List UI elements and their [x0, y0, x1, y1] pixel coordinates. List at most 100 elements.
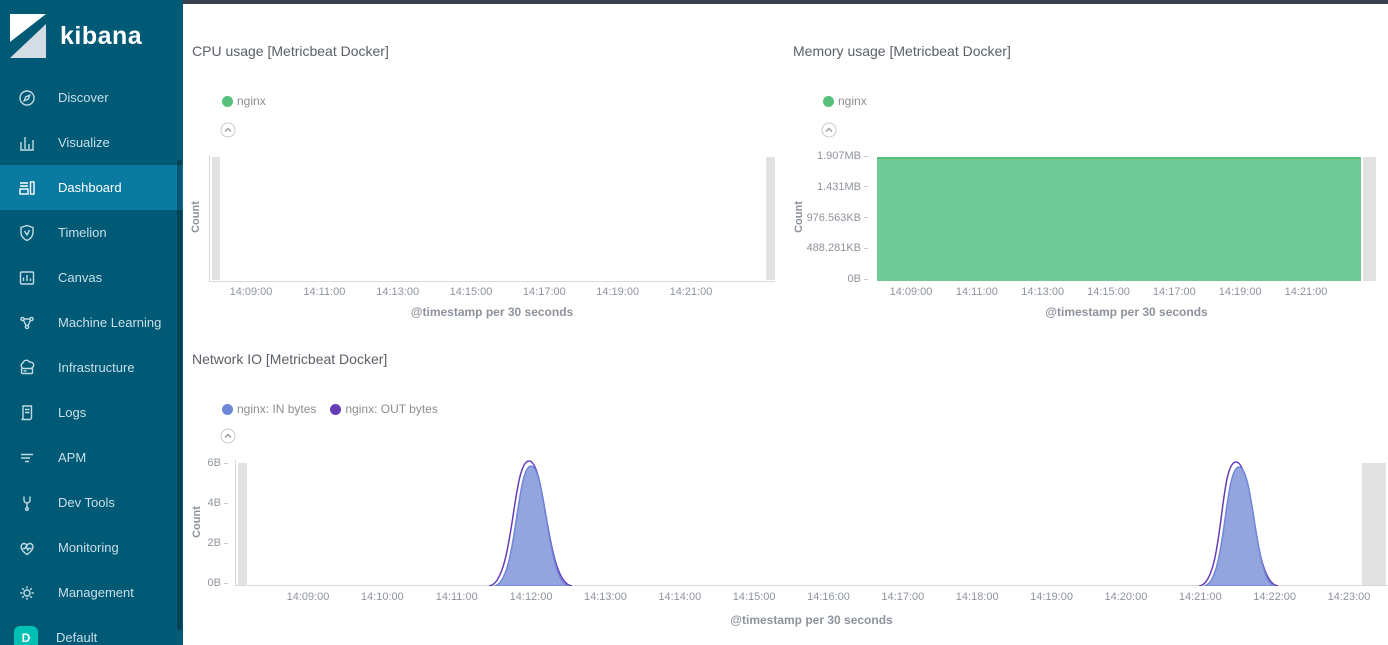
x-tick-label: 14:21:00 [1179, 591, 1222, 603]
legend-item[interactable]: nginx [823, 94, 867, 108]
heartbeat-icon [16, 538, 38, 558]
x-tick-label: 14:16:00 [807, 591, 850, 603]
panel-network-io: Network IO [Metricbeat Docker] nginx: IN… [183, 345, 1388, 645]
legend-item[interactable]: nginx: OUT bytes [330, 402, 437, 416]
panel-title: CPU usage [Metricbeat Docker] [192, 43, 389, 59]
sidebar-item-label: Dev Tools [58, 495, 115, 510]
bar-chart-icon [16, 133, 38, 153]
x-tick-label: 14:15:00 [1087, 286, 1130, 298]
logs-icon [16, 403, 38, 423]
x-tick-label: 14:11:00 [303, 286, 345, 298]
sidebar-item-label: Canvas [58, 270, 102, 285]
memory-x-axis-title: @timestamp per 30 seconds [877, 305, 1376, 319]
memory-y-axis-ticks: 1.907MB1.431MB976.563KB488.281KB0B [788, 156, 868, 279]
x-tick-label: 14:13:00 [584, 591, 627, 603]
cpu-x-axis-ticks: 14:09:0014:11:0014:13:0014:15:0014:17:00… [251, 286, 691, 299]
x-tick-label: 14:19:00 [1219, 286, 1262, 298]
x-tick-label: 14:17:00 [523, 286, 566, 298]
sidebar-item-dev-tools[interactable]: Dev Tools [0, 480, 183, 525]
memory-area-series-nginx [877, 157, 1361, 281]
x-tick-label: 14:22:00 [1253, 591, 1296, 603]
legend-dot-icon [222, 404, 233, 415]
canvas-icon [16, 268, 38, 288]
x-tick-label: 14:10:00 [361, 591, 404, 603]
sidebar-item-monitoring[interactable]: Monitoring [0, 525, 183, 570]
memory-legend: nginx [823, 94, 881, 108]
partial-bucket-bar [766, 157, 775, 280]
legend-collapse-icon[interactable] [220, 428, 236, 444]
network-io-series [236, 460, 1388, 586]
legend-label: nginx: IN bytes [237, 402, 316, 416]
sidebar-item-space-default[interactable]: D Default [0, 615, 183, 645]
sidebar-item-apm[interactable]: APM [0, 435, 183, 480]
machine-learning-icon [16, 313, 38, 333]
x-tick-label: 14:20:00 [1105, 591, 1148, 603]
legend-collapse-icon[interactable] [220, 122, 236, 138]
legend-dot-icon [330, 404, 341, 415]
kibana-logo-icon [10, 14, 46, 58]
sidebar-item-label: Management [58, 585, 134, 600]
sidebar-item-label: Default [56, 630, 97, 645]
sidebar-item-label: Infrastructure [58, 360, 135, 375]
dashboard-icon [16, 178, 38, 198]
x-tick-label: 14:12:00 [510, 591, 553, 603]
y-tick-label: 4B [183, 497, 228, 509]
x-tick-label: 14:18:00 [956, 591, 999, 603]
x-tick-label: 14:15:00 [450, 286, 493, 298]
memory-x-axis-ticks: 14:09:0014:11:0014:13:0014:15:0014:17:00… [911, 286, 1306, 299]
space-badge-icon: D [14, 626, 38, 645]
sidebar-item-label: APM [58, 450, 86, 465]
kibana-logo[interactable]: kibana [10, 14, 142, 58]
sidebar-item-infrastructure[interactable]: Infrastructure [0, 345, 183, 390]
sidebar-item-visualize[interactable]: Visualize [0, 120, 183, 165]
x-tick-label: 14:09:00 [230, 286, 273, 298]
y-tick-label: 0B [183, 577, 228, 589]
sidebar-item-management[interactable]: Management [0, 570, 183, 615]
partial-bucket-bar [212, 157, 220, 280]
kibana-dashboard-screen: kibana Discover Visualize Dashboard [0, 0, 1388, 645]
legend-dot-icon [222, 96, 233, 107]
legend-label: nginx: OUT bytes [345, 402, 437, 416]
x-tick-label: 14:15:00 [733, 591, 776, 603]
x-tick-label: 14:09:00 [890, 286, 933, 298]
sidebar-item-timelion[interactable]: Timelion [0, 210, 183, 255]
sidebar-item-label: Monitoring [58, 540, 119, 555]
panel-title: Memory usage [Metricbeat Docker] [793, 43, 1011, 59]
infrastructure-icon [16, 358, 38, 378]
sidebar-item-label: Dashboard [58, 180, 122, 195]
x-tick-label: 14:13:00 [376, 286, 419, 298]
x-tick-label: 14:11:00 [956, 286, 998, 298]
y-tick-label: 976.563KB [788, 212, 868, 224]
gear-icon [16, 583, 38, 603]
x-tick-label: 14:11:00 [436, 591, 478, 603]
cpu-y-axis-label: Count [190, 167, 202, 267]
legend-item[interactable]: nginx: IN bytes [222, 402, 316, 416]
apm-icon [16, 448, 38, 468]
panel-memory-usage: Memory usage [Metricbeat Docker] nginx C… [788, 4, 1388, 345]
sidebar-scrollbar[interactable] [177, 160, 182, 630]
sidebar-item-label: Machine Learning [58, 315, 161, 330]
x-tick-label: 14:23:00 [1328, 591, 1371, 603]
sidebar-item-machine-learning[interactable]: Machine Learning [0, 300, 183, 345]
x-tick-label: 14:19:00 [596, 286, 639, 298]
legend-label: nginx [838, 94, 867, 108]
network-x-axis-title: @timestamp per 30 seconds [235, 613, 1388, 627]
sidebar-item-label: Logs [58, 405, 86, 420]
sidebar-item-label: Timelion [58, 225, 107, 240]
legend-collapse-icon[interactable] [821, 122, 837, 138]
sidebar-item-dashboard[interactable]: Dashboard [0, 165, 183, 210]
sidebar-item-logs[interactable]: Logs [0, 390, 183, 435]
x-tick-label: 14:09:00 [287, 591, 330, 603]
y-tick-label: 1.431MB [788, 181, 868, 193]
legend-item[interactable]: nginx [222, 94, 266, 108]
cpu-x-axis-title: @timestamp per 30 seconds [209, 305, 775, 319]
wrench-icon [16, 493, 38, 513]
partial-bucket-bar [1363, 157, 1376, 281]
sidebar-item-label: Discover [58, 90, 109, 105]
x-tick-label: 14:17:00 [881, 591, 924, 603]
y-tick-label: 1.907MB [788, 150, 868, 162]
sidebar-item-canvas[interactable]: Canvas [0, 255, 183, 300]
sidebar-item-discover[interactable]: Discover [0, 75, 183, 120]
x-tick-label: 14:21:00 [670, 286, 713, 298]
sidebar-item-label: Visualize [58, 135, 110, 150]
